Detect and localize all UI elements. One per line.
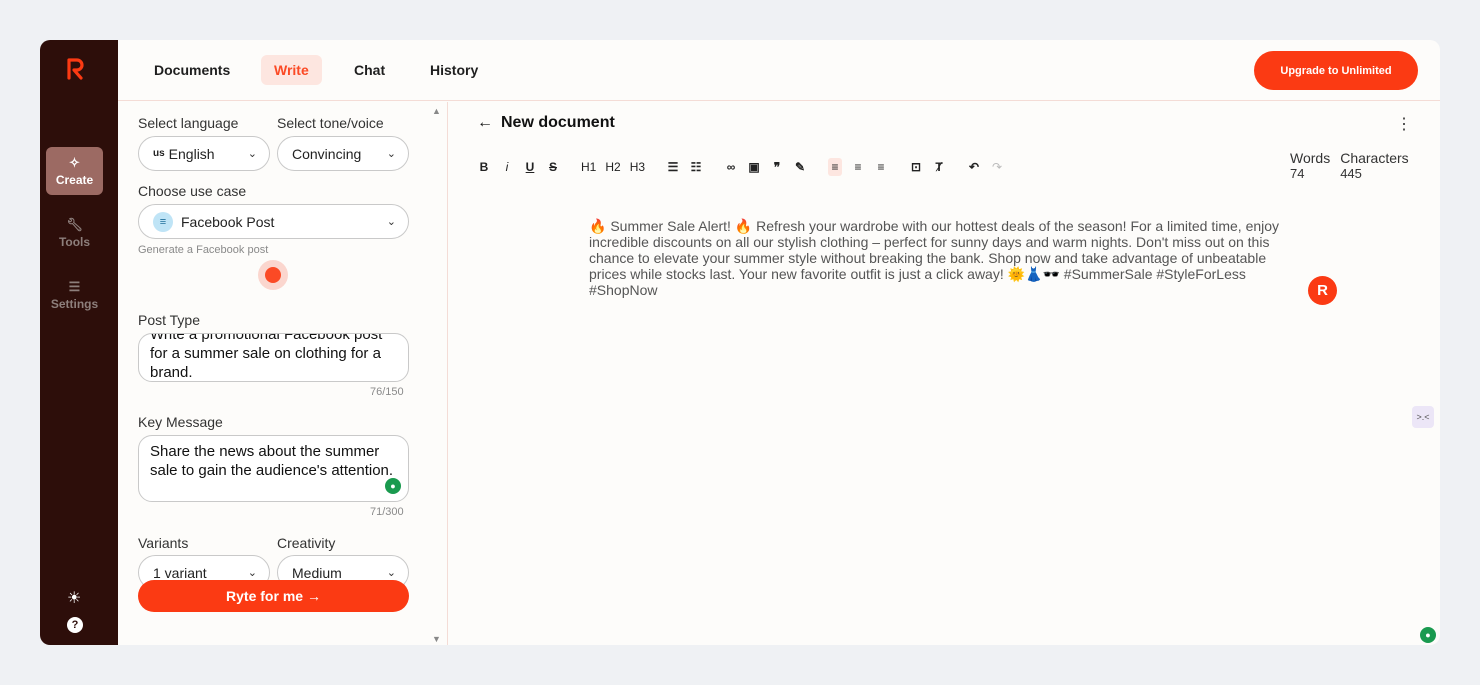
sidebar: ✧ Create 🔧︎ Tools ☰ Settings ☀ ? [40,40,118,645]
grammarly-icon[interactable]: ● [1420,627,1436,643]
key-message-count: 71/300 [370,506,404,518]
sidebar-item-label: Create [55,172,94,187]
tab-history[interactable]: History [417,55,491,85]
flag-label: us [153,148,165,159]
align-left-icon[interactable]: ≡ [828,158,843,176]
align-center-icon[interactable]: ≡ [851,160,865,174]
ryte-for-me-button[interactable]: Ryte for me → [138,580,409,612]
cursor-indicator [258,260,288,290]
document-stats: Words 74 Characters 445 [1290,150,1409,181]
sidebar-item-tools[interactable]: 🔧︎ Tools [46,209,103,257]
document-icon: ≡ [153,211,173,232]
bold-button[interactable]: B [477,160,491,174]
grammarly-icon[interactable]: ● [385,478,401,494]
undo-icon[interactable]: ↶ [967,160,981,174]
words-stat: Words 74 [1290,150,1330,181]
back-arrow-icon[interactable]: ← [477,114,493,131]
h2-button[interactable]: H2 [605,160,620,174]
editor-toolbar: B i U S H1 H2 H3 ☰ ☷ ∞ ▣ ❞ ✎ ≡ ≡ ≡ ⊡ Ⱦ ↶… [477,158,1013,176]
sidebar-item-label: Settings [50,296,99,311]
characters-stat: Characters 445 [1340,150,1408,181]
tone-label: Select tone/voice [277,115,384,131]
sun-icon[interactable]: ☀ [67,588,81,608]
post-type-label: Post Type [138,312,201,328]
wrench-icon: 🔧︎ [66,216,83,232]
ryte-assistant-icon[interactable]: R [1308,276,1337,305]
tab-chat[interactable]: Chat [341,55,398,85]
characters-label: Characters [1340,150,1409,166]
h1-button[interactable]: H1 [581,160,596,174]
upgrade-button[interactable]: Upgrade to Unlimited [1254,51,1418,90]
language-value: English [168,145,215,162]
bullet-list-icon[interactable]: ☰ [666,160,680,174]
highlight-icon[interactable]: ✎ [793,160,807,174]
app-window: ✧ Create 🔧︎ Tools ☰ Settings ☀ ? Documen… [40,40,1440,645]
more-options-icon[interactable]: ⋮ [1396,114,1412,134]
post-type-count: 76/150 [370,386,404,398]
help-icon[interactable]: ? [67,617,83,633]
h3-button[interactable]: H3 [630,160,645,174]
variants-value: 1 variant [153,564,207,581]
sidebar-item-settings[interactable]: ☰ Settings [46,271,103,319]
expand-panel-icon[interactable]: >.< [1412,406,1434,428]
use-case-select[interactable]: ≡ Facebook Post ⌄ [138,204,409,239]
document-title: ← New document [477,114,615,132]
tone-value: Convincing [292,145,362,162]
image-icon[interactable]: ▣ [747,160,761,174]
chevron-down-icon: ⌄ [247,148,257,160]
chevron-down-icon: ⌄ [386,148,396,160]
language-select[interactable]: us English ⌄ [138,136,270,171]
scroll-down-icon[interactable]: ▼ [432,634,441,644]
tab-write[interactable]: Write [261,55,322,85]
post-type-value: Write a promotional Facebook post for a … [150,333,383,381]
key-message-textarea[interactable]: Share the news about the summer sale to … [138,435,409,502]
key-message-label: Key Message [138,414,223,430]
sparkle-icon: ✧ [69,154,80,170]
variants-label: Variants [138,535,189,551]
tab-documents[interactable]: Documents [141,55,243,85]
use-case-label: Choose use case [138,183,247,199]
numbered-list-icon[interactable]: ☷ [689,160,703,174]
words-value: 74 [1290,166,1305,181]
form-panel: ▲ ▼ Select language Select tone/voice us… [118,102,448,645]
main-area: Documents Write Chat History Upgrade to … [118,40,1440,645]
link-icon[interactable]: ∞ [724,160,738,174]
tone-select[interactable]: Convincing ⌄ [277,136,409,171]
top-nav: Documents Write Chat History Upgrade to … [118,40,1440,101]
underline-button[interactable]: U [523,160,537,174]
key-message-value: Share the news about the summer sale to … [150,443,394,479]
words-label: Words [1290,150,1331,166]
post-type-textarea[interactable]: Write a promotional Facebook post for a … [138,333,409,382]
ryte-logo[interactable] [66,56,86,80]
sidebar-item-label: Tools [58,234,91,249]
align-right-icon[interactable]: ≡ [874,160,888,174]
chevron-down-icon: ⌄ [247,567,257,579]
clear-format-icon[interactable]: Ⱦ [932,160,946,174]
sidebar-item-create[interactable]: ✧ Create [46,147,103,195]
select-all-icon[interactable]: ⊡ [909,160,923,174]
use-case-value: Facebook Post [181,213,275,230]
characters-value: 445 [1340,166,1362,181]
language-label: Select language [138,115,239,131]
redo-icon[interactable]: ↷ [990,160,1004,174]
scroll-up-icon[interactable]: ▲ [432,106,441,116]
use-case-hint: Generate a Facebook post [138,244,269,256]
document-content[interactable]: 🔥 Summer Sale Alert! 🔥 Refresh your ward… [589,218,1289,298]
creativity-label: Creativity [277,535,336,551]
italic-button[interactable]: i [500,160,514,174]
chevron-down-icon: ⌄ [386,567,396,579]
document-title-text: New document [501,114,615,131]
sliders-icon: ☰ [68,278,81,294]
quote-icon[interactable]: ❞ [770,160,784,174]
editor-panel: ← New document ⋮ B i U S H1 H2 H3 ☰ ☷ ∞ ▣… [449,102,1440,645]
strikethrough-button[interactable]: S [546,160,560,174]
chevron-down-icon: ⌄ [386,216,396,228]
creativity-value: Medium [292,564,342,581]
